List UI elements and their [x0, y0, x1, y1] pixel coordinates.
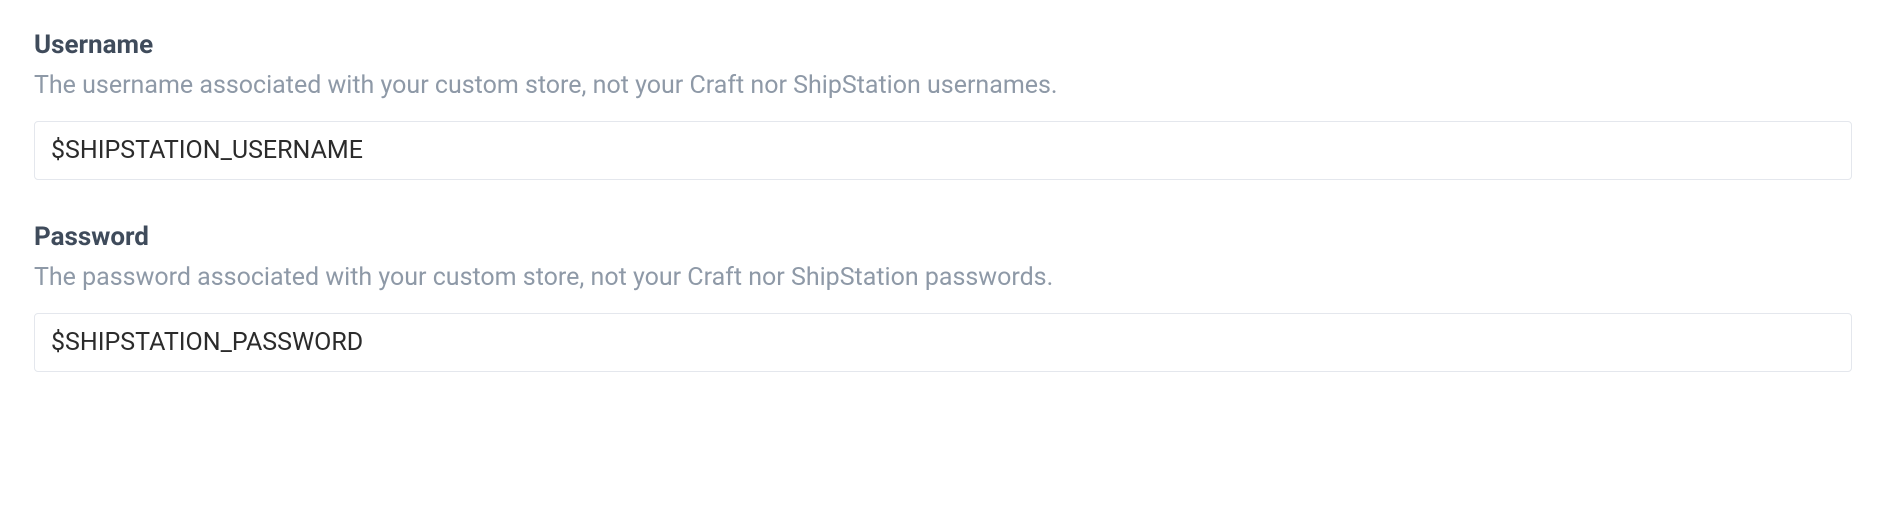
- username-help-text: The username associated with your custom…: [34, 68, 1852, 103]
- password-help-text: The password associated with your custom…: [34, 260, 1852, 295]
- username-field-group: Username The username associated with yo…: [34, 30, 1852, 180]
- username-input[interactable]: [34, 121, 1852, 180]
- password-field-group: Password The password associated with yo…: [34, 222, 1852, 372]
- password-input[interactable]: [34, 313, 1852, 372]
- password-label: Password: [34, 222, 1852, 252]
- username-label: Username: [34, 30, 1852, 60]
